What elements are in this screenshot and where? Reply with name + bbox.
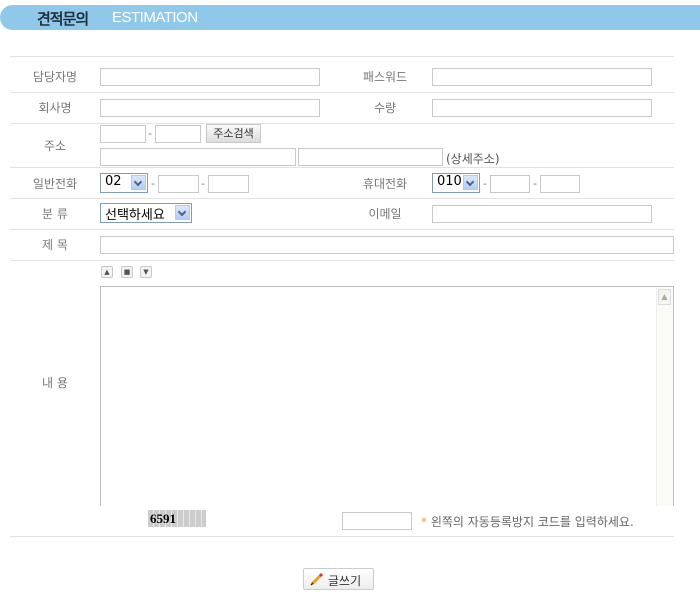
captcha-image: 6591 (148, 510, 206, 527)
content-textarea[interactable]: ▲ (100, 286, 674, 506)
divider (10, 123, 674, 124)
category-value: 선택하세요 (105, 208, 165, 223)
company-label: 회사명 (38, 101, 72, 115)
divider (10, 56, 674, 57)
mobile-prefix-value: 010 (437, 174, 462, 189)
divider (10, 536, 674, 537)
phone-prefix-select[interactable]: 02 (100, 173, 148, 193)
address-detail-input[interactable] (298, 148, 443, 166)
estimation-page: 견적문의 ESTIMATION 담당자명 패스워드 회사명 수량 주소 - 주소… (0, 0, 700, 608)
dash: - (533, 177, 537, 190)
company-input[interactable] (100, 99, 320, 117)
category-select[interactable]: 선택하세요 (100, 203, 192, 223)
name-label: 담당자명 (32, 70, 78, 84)
header-bar (0, 5, 700, 30)
captcha-hint-text: 왼쪽의 자동등록방지 코드를 입력하세요. (430, 515, 634, 529)
mobile-middle-input[interactable] (490, 175, 530, 193)
email-label: 이메일 (368, 207, 402, 221)
address-label: 주소 (43, 139, 67, 153)
captcha-code: 6591 (150, 511, 176, 526)
phone-label: 일반전화 (32, 177, 78, 191)
category-label: 분 류 (42, 207, 68, 221)
chevron-down-icon (175, 205, 190, 220)
divider (10, 229, 674, 230)
quantity-input[interactable] (432, 99, 652, 117)
divider (10, 198, 674, 199)
subject-input[interactable] (100, 236, 674, 254)
address-detail-label: (상세주소) (446, 152, 500, 166)
address-input[interactable] (100, 148, 296, 166)
password-label: 패스워드 (362, 70, 408, 84)
phone-middle-input[interactable] (158, 175, 199, 193)
pencil-icon (310, 572, 324, 586)
dash: - (483, 177, 487, 190)
page-title: 견적문의 (37, 10, 89, 28)
write-button[interactable]: 글쓰기 (303, 568, 374, 590)
divider (10, 92, 674, 93)
write-button-label: 글쓰기 (328, 574, 362, 588)
address-search-button[interactable]: 주소검색 (206, 124, 261, 143)
content-label: 내 용 (42, 376, 68, 390)
captcha-hint: * 왼쪽의 자동등록방지 코드를 입력하세요. (421, 513, 634, 530)
textarea-reset-button[interactable]: ■ (121, 266, 133, 278)
divider (10, 260, 674, 261)
textarea-shrink-button[interactable]: ▲ (101, 266, 113, 278)
required-star: * (421, 515, 427, 529)
mobile-label: 휴대전화 (362, 177, 408, 191)
scrollbar[interactable]: ▲ (656, 287, 673, 506)
chevron-down-icon (131, 175, 146, 190)
divider (10, 167, 674, 168)
zipcode-2-input[interactable] (155, 125, 201, 143)
phone-last-input[interactable] (208, 175, 249, 193)
dash: - (201, 177, 205, 190)
captcha-input[interactable] (342, 512, 412, 530)
zipcode-1-input[interactable] (100, 125, 146, 143)
mobile-prefix-select[interactable]: 010 (432, 173, 480, 193)
page-subtitle: ESTIMATION (112, 9, 198, 26)
textarea-expand-button[interactable]: ▼ (140, 266, 152, 278)
mobile-last-input[interactable] (540, 175, 580, 193)
password-input[interactable] (432, 68, 652, 86)
quantity-label: 수량 (373, 101, 397, 115)
email-input[interactable] (432, 205, 652, 223)
name-input[interactable] (100, 68, 320, 86)
chevron-down-icon (463, 175, 478, 190)
dash: - (151, 177, 155, 190)
subject-label: 제 목 (42, 238, 68, 252)
scroll-up-icon[interactable]: ▲ (658, 289, 671, 305)
dash: - (148, 127, 152, 140)
phone-prefix-value: 02 (105, 174, 122, 189)
